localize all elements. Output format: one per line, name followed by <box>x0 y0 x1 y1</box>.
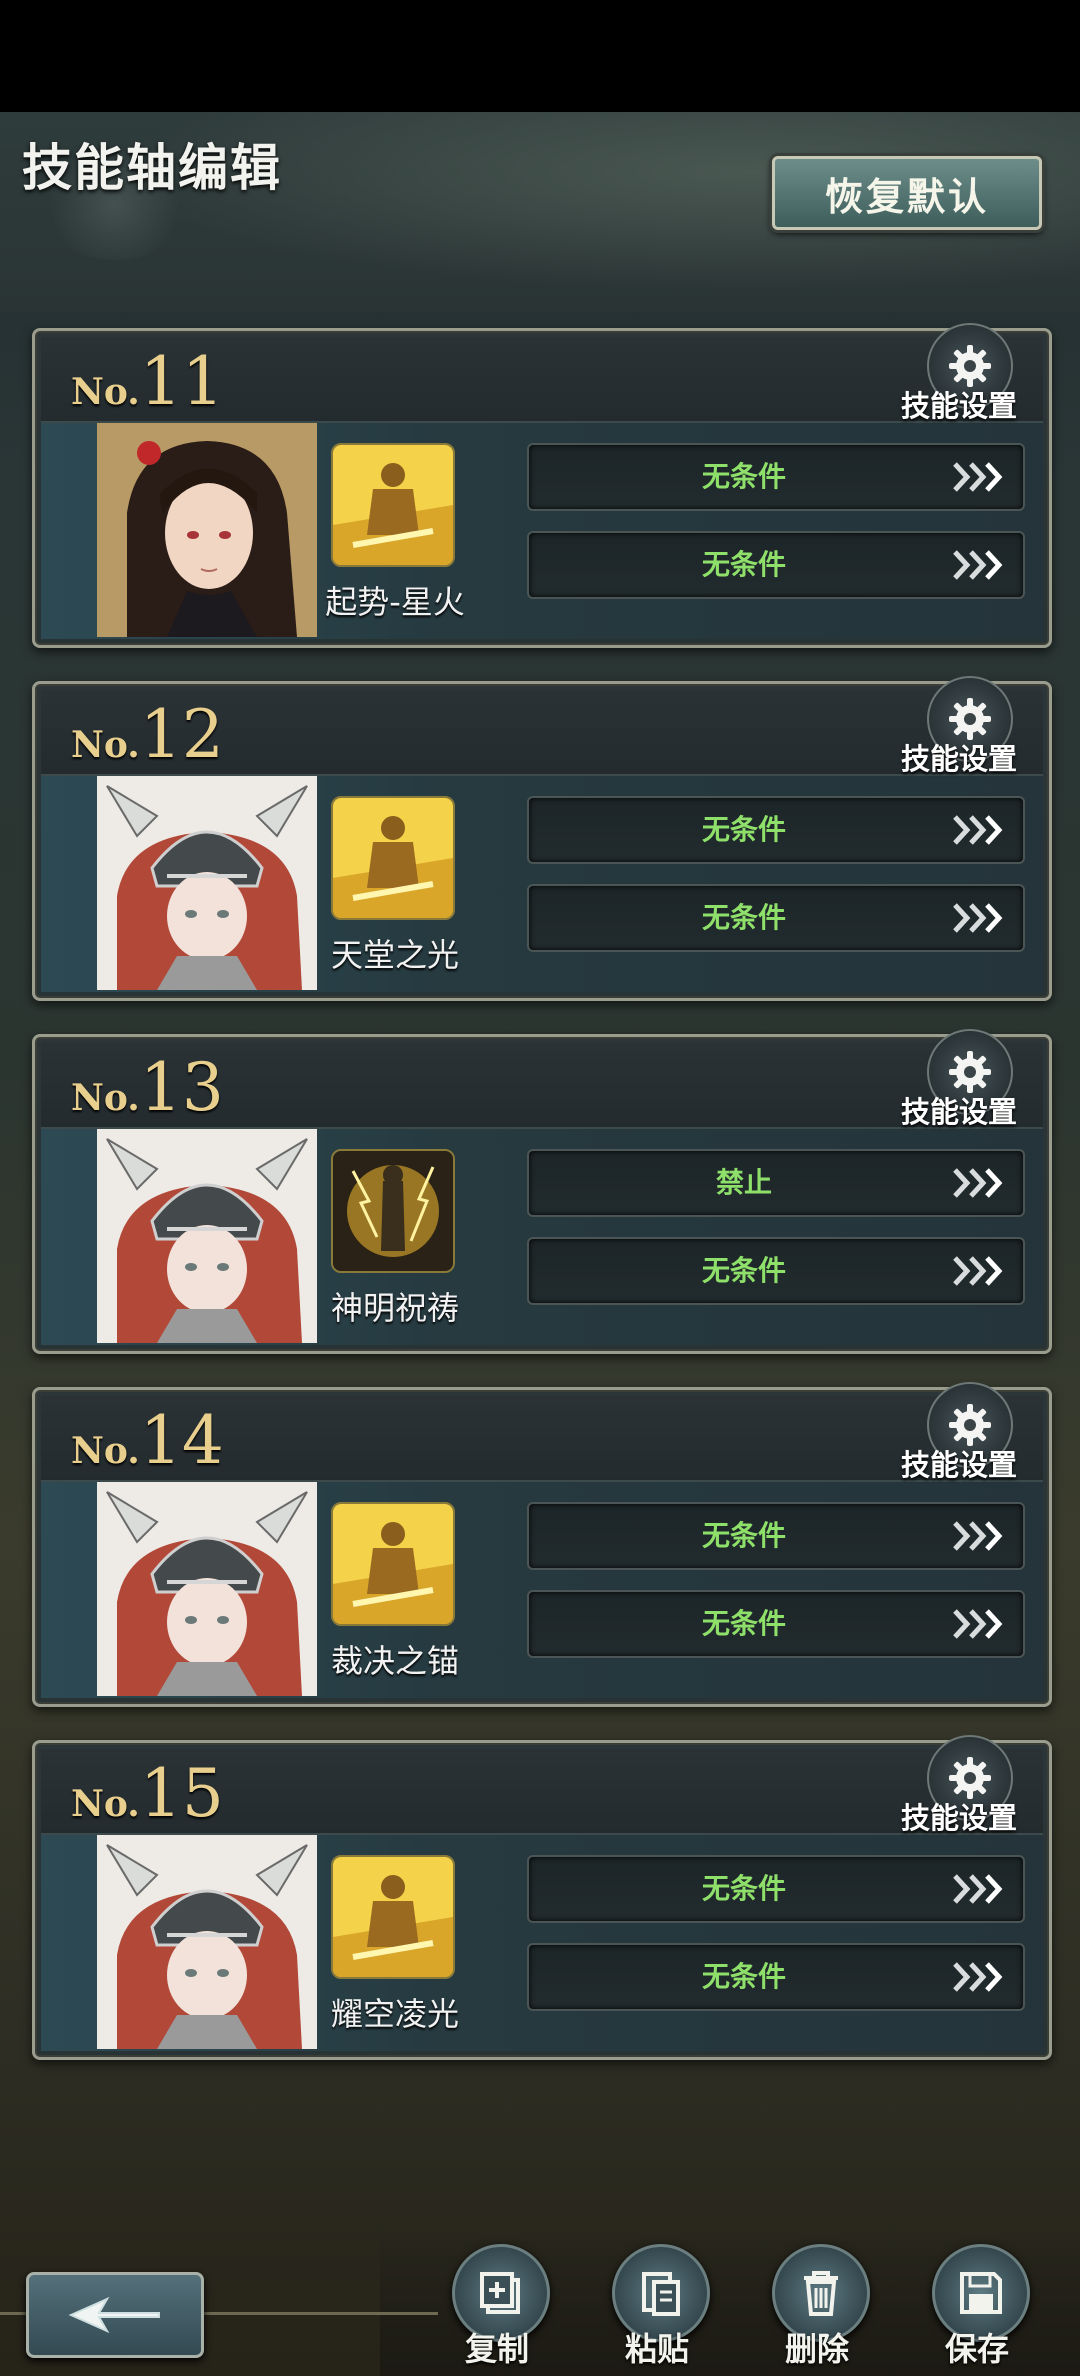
condition-text: 无条件 <box>701 1960 786 1993</box>
condition-text: 无条件 <box>701 1872 786 1905</box>
character-portrait <box>97 1835 317 2049</box>
restore-default-button[interactable]: 恢复默认 <box>772 156 1042 230</box>
skill-icon[interactable] <box>331 1502 455 1626</box>
triple-chevron-icon <box>953 903 1003 933</box>
skill-order-number: No.15 <box>71 1755 224 1832</box>
condition-text: 无条件 <box>701 1519 786 1552</box>
condition-text: 无条件 <box>701 548 786 581</box>
skill-order-number: No.14 <box>71 1402 224 1479</box>
triple-chevron-icon <box>953 550 1003 580</box>
number-prefix: No. <box>71 1077 140 1119</box>
skill-name: 裁决之锚 <box>330 1642 459 1680</box>
condition-selector[interactable]: 无条件 <box>527 443 1025 511</box>
save-button[interactable]: 保存 <box>922 2240 1032 2376</box>
skill-order-number: No.11 <box>71 343 224 420</box>
number-value: 12 <box>139 696 224 773</box>
condition-text: 无条件 <box>701 1254 786 1287</box>
number-value: 14 <box>139 1402 224 1479</box>
skill-settings-label[interactable]: 技能设置 <box>901 383 1017 425</box>
skill-name: 神明祝祷 <box>330 1289 459 1327</box>
skill-order-number: No.13 <box>71 1049 224 1126</box>
condition-selector[interactable]: 无条件 <box>527 884 1025 952</box>
condition-selector[interactable]: 禁止 <box>527 1149 1025 1217</box>
delete-button[interactable]: 删除 <box>762 2240 872 2376</box>
skill-card: No.13 技能设置神明祝祷 禁止无条件 <box>32 1029 1052 1354</box>
number-prefix: No. <box>71 724 140 766</box>
skill-card: No.15 技能设置 耀空凌光 无条件 无条件 <box>32 1735 1052 2060</box>
character-portrait <box>97 423 317 637</box>
divider <box>198 2312 438 2315</box>
floppy-disk-icon <box>960 2272 1002 2314</box>
skill-name: 耀空凌光 <box>330 1995 459 2033</box>
number-value: 11 <box>139 343 224 420</box>
condition-selector[interactable]: 无条件 <box>527 531 1025 599</box>
triple-chevron-icon <box>953 1962 1003 1992</box>
skill-card: No.11 技能设置 起势-星火 无条件 无条件 <box>32 323 1052 648</box>
copy-icon <box>480 2272 520 2314</box>
condition-selector[interactable]: 无条件 <box>527 1855 1025 1923</box>
skill-card: No.12 技能设置 天堂之光 无条件 无条件 <box>32 676 1052 1001</box>
back-button[interactable] <box>26 2272 204 2358</box>
copy-button[interactable]: 复制 <box>442 2240 552 2376</box>
condition-text: 无条件 <box>701 813 786 846</box>
triple-chevron-icon <box>953 1168 1003 1198</box>
number-prefix: No. <box>71 1430 140 1472</box>
paste-icon <box>642 2272 680 2316</box>
skill-icon[interactable] <box>331 443 455 567</box>
paste-button[interactable]: 粘贴 <box>602 2240 712 2376</box>
skill-name: 起势-星火 <box>325 583 465 621</box>
condition-selector[interactable]: 无条件 <box>527 1590 1025 1658</box>
skill-icon[interactable] <box>331 1149 455 1273</box>
delete-label: 删除 <box>784 2330 849 2368</box>
page-title: 技能轴编辑 <box>22 139 282 197</box>
skill-card: No.14 技能设置 裁决之锚 无条件 无条件 <box>32 1382 1052 1707</box>
number-value: 13 <box>139 1049 224 1126</box>
condition-selector[interactable]: 无条件 <box>527 1502 1025 1570</box>
skill-order-number: No.12 <box>71 696 224 773</box>
status-bar <box>0 0 1080 112</box>
skill-name: 天堂之光 <box>330 936 459 974</box>
number-prefix: No. <box>71 1783 140 1825</box>
skill-settings-label[interactable]: 技能设置 <box>901 1442 1017 1484</box>
skill-icon[interactable] <box>331 1855 455 1979</box>
trash-icon <box>804 2271 838 2316</box>
condition-selector[interactable]: 无条件 <box>527 1943 1025 2011</box>
character-portrait <box>97 1129 317 1343</box>
condition-selector[interactable]: 无条件 <box>527 796 1025 864</box>
triple-chevron-icon <box>953 1874 1003 1904</box>
copy-label: 复制 <box>464 2330 529 2368</box>
back-arrow-icon <box>68 2296 160 2334</box>
condition-text: 无条件 <box>701 901 786 934</box>
skill-settings-label[interactable]: 技能设置 <box>901 1089 1017 1131</box>
triple-chevron-icon <box>953 1256 1003 1286</box>
number-prefix: No. <box>71 371 140 413</box>
triple-chevron-icon <box>953 815 1003 845</box>
condition-selector[interactable]: 无条件 <box>527 1237 1025 1305</box>
paste-label: 粘贴 <box>624 2330 689 2368</box>
triple-chevron-icon <box>953 1521 1003 1551</box>
skill-icon[interactable] <box>331 796 455 920</box>
skill-settings-label[interactable]: 技能设置 <box>901 736 1017 778</box>
character-portrait <box>97 776 317 990</box>
number-value: 15 <box>139 1755 224 1832</box>
condition-text: 无条件 <box>701 460 786 493</box>
character-portrait <box>97 1482 317 1696</box>
triple-chevron-icon <box>953 462 1003 492</box>
divider <box>0 2312 26 2315</box>
triple-chevron-icon <box>953 1609 1003 1639</box>
condition-text: 禁止 <box>715 1166 772 1199</box>
save-label: 保存 <box>944 2330 1009 2368</box>
condition-text: 无条件 <box>701 1607 786 1640</box>
skill-settings-label[interactable]: 技能设置 <box>901 1795 1017 1837</box>
